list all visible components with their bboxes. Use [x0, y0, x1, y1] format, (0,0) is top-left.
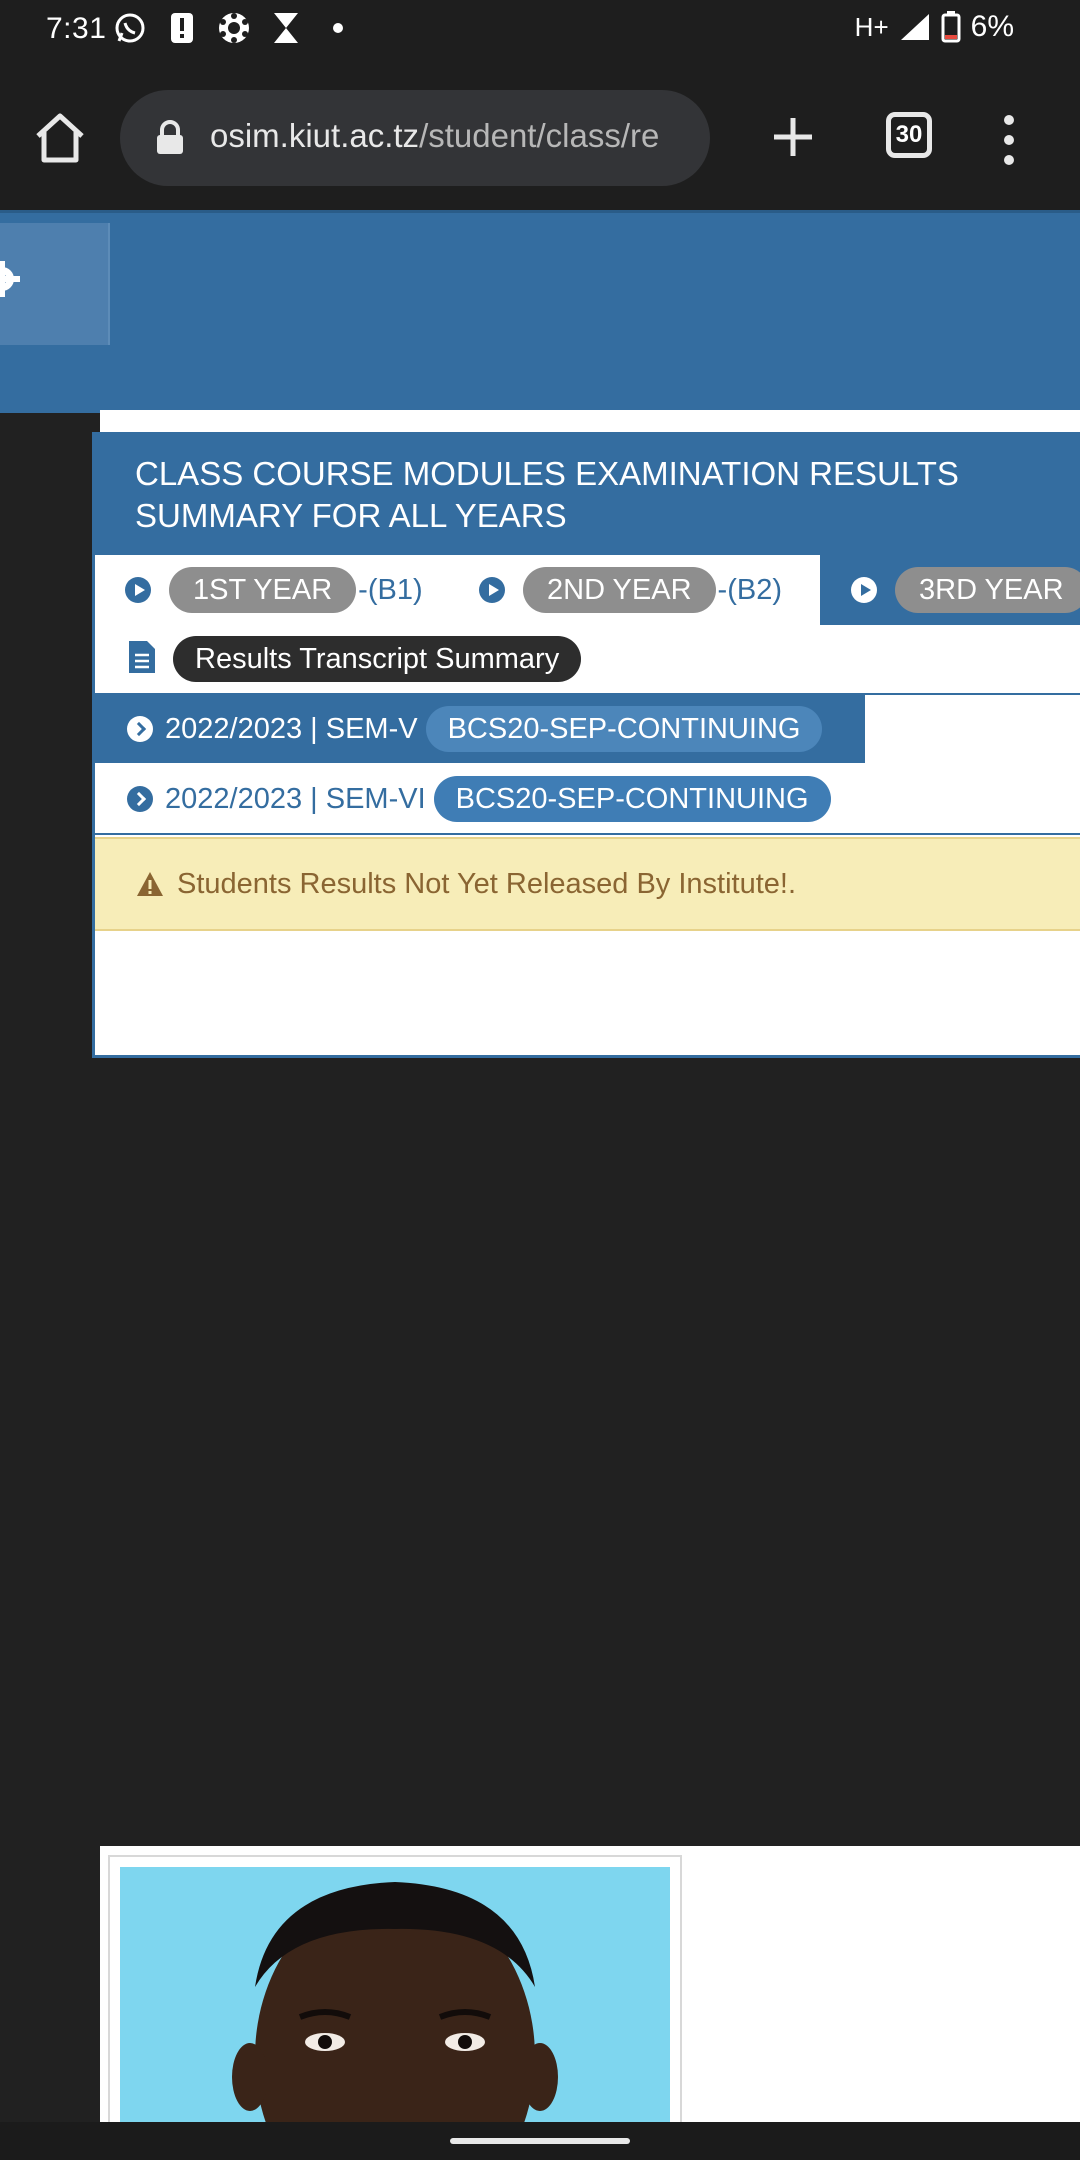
class-badge: BCS20-SEP-CONTINUING: [433, 776, 831, 822]
site-header: [0, 210, 1080, 413]
dot-icon: [320, 10, 356, 46]
app-hex-icon: [216, 10, 252, 46]
status-bar: 7:31 H+ 6%: [0, 0, 1080, 62]
signal-icon: [900, 14, 929, 40]
panel-header: CLASS COURSE MODULES EXAMINATION RESULTS…: [95, 435, 1080, 555]
home-gesture-handle[interactable]: [450, 2138, 630, 2144]
home-icon[interactable]: [30, 108, 90, 168]
status-time: 7:31: [46, 12, 107, 45]
results-panel: CLASS COURSE MODULES EXAMINATION RESULTS…: [92, 432, 1080, 1058]
tab-switcher-button[interactable]: 30: [886, 112, 932, 158]
url-path: /student/class/re: [419, 117, 660, 154]
gesture-nav-bar: [0, 2122, 1080, 2160]
tab-2nd-year[interactable]: 2ND YEAR -(B2): [479, 567, 782, 613]
gear-icon: [0, 261, 20, 297]
semester-period: 2022/2023 | SEM-V: [165, 712, 418, 745]
notification-icons: [112, 10, 356, 46]
tab-suffix: -(B2): [717, 573, 782, 606]
new-tab-icon[interactable]: [762, 106, 824, 168]
tab-1st-year[interactable]: 1ST YEAR -(B1): [125, 567, 423, 613]
tab-label: 3RD YEAR: [895, 567, 1080, 613]
document-icon: [129, 641, 155, 673]
alert-icon: [164, 10, 200, 46]
year-tabs: 1ST YEAR -(B1) 2ND YEAR -(B2) 3RD YEAR: [95, 555, 1080, 625]
menu-icon[interactable]: [996, 112, 1022, 168]
status-right: H+ 6%: [855, 10, 1014, 44]
hourglass-icon: [268, 10, 304, 46]
url-host: osim.kiut.ac.tz: [210, 117, 420, 154]
semester-row-vi[interactable]: 2022/2023 | SEM-VI BCS20-SEP-CONTINUING: [95, 765, 1080, 835]
student-photo-card: [108, 1855, 682, 2122]
tab-label: 2ND YEAR: [523, 567, 716, 613]
tab-suffix: -(B1): [358, 573, 423, 606]
results-alert: Students Results Not Yet Released By Ins…: [95, 837, 1080, 931]
class-badge: BCS20-SEP-CONTINUING: [425, 706, 823, 752]
lock-icon: [154, 120, 186, 156]
tab-3rd-year[interactable]: 3RD YEAR: [851, 567, 1080, 613]
whatsapp-icon: [112, 10, 148, 46]
play-icon: [125, 577, 151, 603]
semester-row-v[interactable]: 2022/2023 | SEM-V BCS20-SEP-CONTINUING: [95, 695, 865, 763]
content-top-edge: [100, 410, 1080, 432]
transcript-summary-button[interactable]: Results Transcript Summary: [173, 636, 582, 682]
battery-level: 6%: [970, 10, 1014, 43]
web-page: CLASS COURSE MODULES EXAMINATION RESULTS…: [0, 210, 1080, 2122]
url-text: osim.kiut.ac.tz/student/class/re: [210, 117, 700, 155]
play-icon: [479, 577, 505, 603]
student-photo: [120, 1867, 670, 2122]
battery-icon: [941, 11, 961, 43]
chevron-right-icon: [127, 716, 153, 742]
semester-period: 2022/2023 | SEM-VI: [165, 782, 426, 815]
browser-toolbar: osim.kiut.ac.tz/student/class/re 30: [0, 62, 1080, 210]
warning-icon: [137, 872, 163, 896]
alert-message: Students Results Not Yet Released By Ins…: [177, 867, 797, 900]
transcript-row[interactable]: Results Transcript Summary: [95, 625, 1080, 695]
tab-label: 1ST YEAR: [169, 567, 357, 613]
panel-title: CLASS COURSE MODULES EXAMINATION RESULTS…: [135, 455, 959, 534]
network-type: H+: [854, 11, 889, 42]
address-bar[interactable]: osim.kiut.ac.tz/student/class/re: [120, 90, 710, 186]
settings-button[interactable]: [0, 223, 110, 345]
chevron-right-icon: [127, 786, 153, 812]
play-icon: [851, 577, 877, 603]
